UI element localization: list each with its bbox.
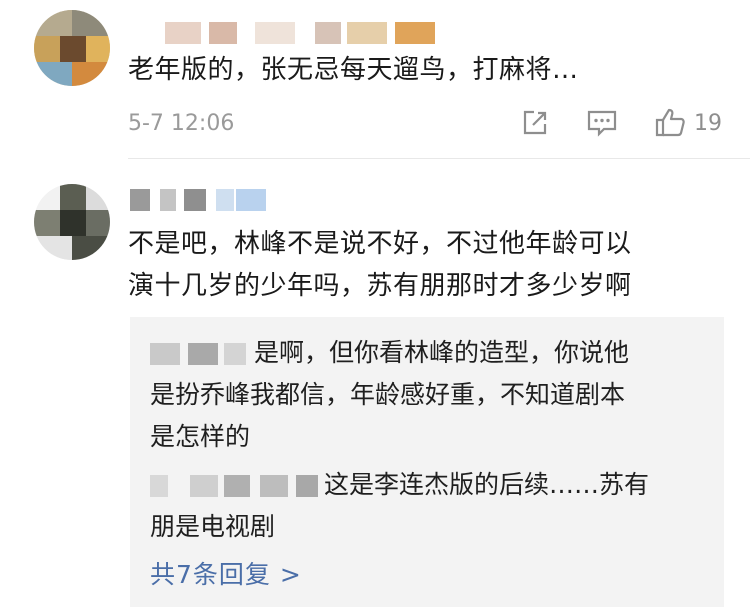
reply-1-line-1: 是啊，但你看林峰的造型，你说他 bbox=[254, 338, 630, 367]
comment-text-line-2: 演十几岁的少年吗，苏有朋那时才多少岁啊 bbox=[128, 271, 632, 301]
comment-button[interactable] bbox=[586, 108, 618, 138]
comment-icon bbox=[587, 110, 617, 137]
avatar[interactable] bbox=[34, 184, 110, 260]
like-button[interactable]: 19 bbox=[654, 107, 722, 139]
comment-text: 老年版的，张无忌每天遛鸟，打麻将… bbox=[128, 55, 579, 85]
reply-2-line-1: 这是李连杰版的后续……苏有 bbox=[324, 470, 650, 499]
username-blurred[interactable] bbox=[130, 189, 270, 211]
comment-timestamp: 5-7 12:06 bbox=[128, 111, 235, 136]
divider bbox=[128, 158, 750, 159]
comment-text-line-1: 不是吧，林峰不是说不好，不过他年龄可以 bbox=[128, 229, 632, 259]
share-button[interactable] bbox=[520, 108, 550, 138]
like-count: 19 bbox=[694, 110, 722, 136]
avatar[interactable] bbox=[34, 10, 110, 86]
reply-1-line-3: 是怎样的 bbox=[150, 422, 251, 451]
reply-2[interactable]: 这是李连杰版的后续……苏有 bbox=[150, 463, 649, 507]
reply-1[interactable]: 是啊，但你看林峰的造型，你说他 bbox=[150, 331, 629, 375]
share-icon bbox=[523, 110, 547, 135]
comment-1: 老年版的，张无忌每天遛鸟，打麻将… 5-7 12:06 19 bbox=[0, 0, 750, 160]
reply-2-line-2: 朋是电视剧 bbox=[150, 512, 276, 541]
reply-username-blurred[interactable] bbox=[150, 343, 250, 365]
reply-1-line-2: 是扮乔峰我都信，年龄感好重，不知道剧本 bbox=[150, 380, 626, 409]
replies-panel: 是啊，但你看林峰的造型，你说他 是扮乔峰我都信，年龄感好重，不知道剧本 是怎样的… bbox=[130, 317, 724, 607]
reply-username-blurred[interactable] bbox=[150, 475, 320, 497]
thumbs-up-icon bbox=[655, 108, 685, 137]
username-blurred[interactable] bbox=[165, 22, 435, 44]
view-all-replies-link[interactable]: 共7条回复 > bbox=[150, 555, 302, 591]
